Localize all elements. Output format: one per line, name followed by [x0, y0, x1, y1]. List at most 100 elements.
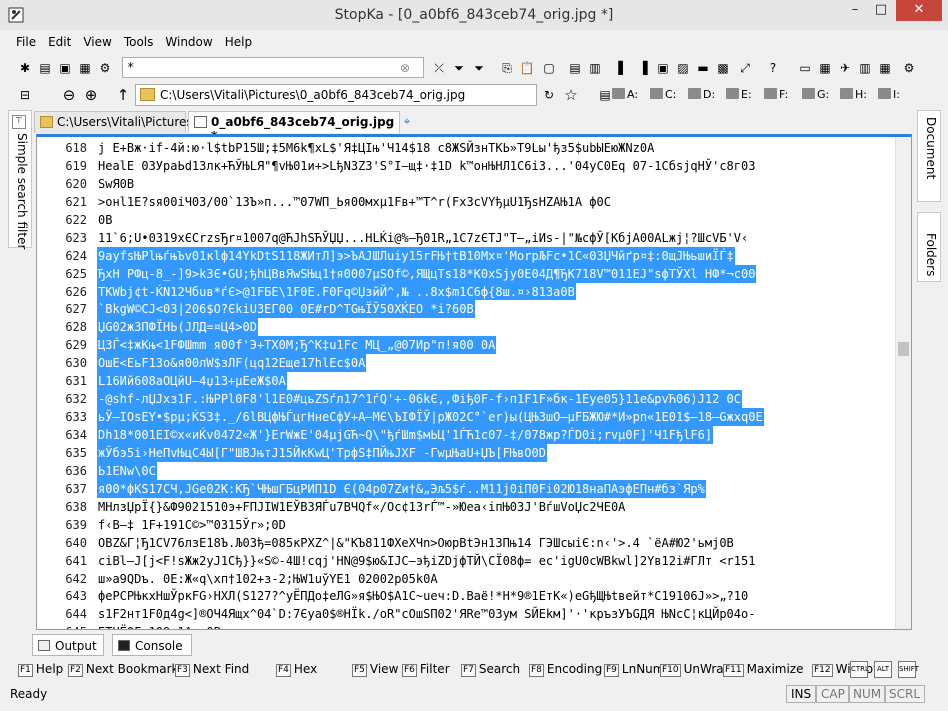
fkey-f5[interactable]: F5 View [352, 662, 398, 677]
console-icon[interactable]: ▭ [796, 59, 814, 77]
up-icon[interactable]: ↑ [114, 86, 132, 104]
editor-line[interactable]: 644 s1F2нт1F0д4g<]®ОЧ4Ящх^04`D:7Єуа0$®НЇk… [37, 605, 897, 623]
scrollbar-thumb[interactable] [898, 342, 909, 356]
fkey-f11[interactable]: F11 Maximize [723, 662, 804, 677]
funnel-edit-icon[interactable]: ⏷ [470, 59, 488, 77]
tab-folder[interactable]: C:\Users\Vitali\Pictures\ [34, 111, 197, 133]
vertical-scrollbar[interactable] [895, 137, 911, 629]
drive-a[interactable]: A: [612, 88, 638, 101]
doc-list-icon[interactable]: ▥ [586, 59, 604, 77]
editor-line[interactable]: 638 МНлзЏрЇ{}&Ф9021510э+FПJIW1EЎВЗЯЃu7ВЧQ… [37, 498, 897, 516]
new-file-icon[interactable]: ✱ [16, 59, 34, 77]
menu-tools[interactable]: Tools [118, 33, 160, 51]
editor-line[interactable]: 636 Ь1ЕNw\0C [37, 461, 897, 480]
editor-line[interactable]: 635 жЎбэ5i›НеПvЊцС4Ы[Г"ШВЈњтЈ15ЙкКwЦ'ТрфЅ… [37, 443, 897, 462]
menu-help[interactable]: Help [219, 33, 258, 51]
editor-line[interactable]: 628 ЏG02ж3ПФЇНЬ(ЈЛД=¤Ц4>0D [37, 318, 897, 337]
new-tab-icon[interactable]: ⌖ [398, 112, 416, 130]
editor-line[interactable]: 630 ОшЕ<ЕьF13о&я00лW$зЛF(цq12Еще17hlEc$0A [37, 354, 897, 373]
minimize-button[interactable]: – [842, 0, 868, 21]
editor-line[interactable]: 641 сіВl–J[ј<F!sЖж2уJ1Cђ}}«Ѕ©-4Ш!сqj'НN@9… [37, 552, 897, 570]
filter-settings-icon[interactable]: ⚙ [96, 59, 114, 77]
grid-icon[interactable]: ▦ [876, 59, 894, 77]
close-button[interactable]: ✕ [896, 0, 942, 21]
fullscreen-icon[interactable]: ⤢ [736, 59, 754, 77]
maximize-button[interactable]: □ [868, 0, 894, 21]
editor-line[interactable]: 620 SwЯ0B [37, 175, 897, 193]
editor-line[interactable]: 642 ш»а9QDъ. 0E:Ж«q\хп†102+з-2;ЊW1uўYЕ1 0… [37, 570, 897, 588]
funnel-icon[interactable]: ⏷ [450, 59, 468, 77]
fkey-f4[interactable]: F4 Hex [276, 662, 317, 677]
editor-line[interactable]: 632 -@shf-лЏJхз1F.:ЊРРl0F8'l1E0#цьZЅѓл17^… [37, 390, 897, 409]
panel-left-icon[interactable]: ▌ [614, 59, 632, 77]
document-panel[interactable]: Document [917, 110, 941, 202]
clear-filter-icon[interactable]: ⊗ [396, 59, 414, 77]
menu-window[interactable]: Window [159, 33, 218, 51]
save-icon[interactable]: ▣ [56, 59, 74, 77]
editor-line[interactable]: 625 ЂxН РФц-8_-]9>k3Є•GU;ђhЦВвЯwSЊц1†я000… [37, 264, 897, 283]
fkey-f1[interactable]: F1 Help [18, 662, 63, 677]
chart-icon[interactable]: ▥ [856, 59, 874, 77]
refresh-icon[interactable]: ↻ [540, 86, 558, 104]
editor-line[interactable]: 629 ЦЗЃ<‡жКњ<1FФШmm я00f'Э+ТХ0М;Ђ^K‡u1Fс … [37, 336, 897, 355]
drive-h[interactable]: H: [840, 88, 867, 101]
pin-icon[interactable]: ⊤ [12, 115, 26, 129]
editor-line[interactable]: 643 феPСРЊкхНшЎркFG›НХЛ(S127?^уЁПДо‡еЛG»я… [37, 587, 897, 605]
drive-c[interactable]: C: [650, 88, 676, 101]
fkey-f2[interactable]: F2 Next Bookmark [68, 662, 178, 677]
forward-icon[interactable]: ⊕ [82, 86, 100, 104]
fkey-f10[interactable]: F10 UnWrap [660, 662, 731, 677]
editor-line[interactable]: 619 НеаlE 03УрaЬd13лк+ЋЎЊLЯ"¶vЊ01и+>LђN3Z… [37, 157, 897, 175]
drive-i[interactable]: I: [878, 88, 900, 101]
text-editor[interactable]: 618 j Е+Вж·if-4й:ю·l$tbP15Ш;‡5M6k¶xL$'Я‡Ц… [36, 134, 912, 630]
editor-line[interactable]: 631 L16Ий608аОЦйU–4џ13+µЕеЖ$0A [37, 372, 897, 391]
folders-panel[interactable]: Folders [917, 212, 941, 282]
fkey-f8[interactable]: F8 Encoding [529, 662, 602, 677]
editor-line[interactable]: 618 j Е+Вж·if-4й:ю·l$tbP15Ш;‡5M6k¶xL$'Я‡Ц… [37, 139, 897, 157]
settings-icon[interactable]: ⚙ [900, 59, 918, 77]
open-file-icon[interactable]: ▤ [36, 59, 54, 77]
tab-document[interactable]: 0_a0bf6_843ceb74_orig.jpg * [188, 111, 400, 143]
editor-line[interactable]: 621 >онl1E?sя00іЧ03/00`13Ъ»п...™07WП_Ья00… [37, 193, 897, 211]
doc-view-icon[interactable]: ▤ [566, 59, 584, 77]
tab-console[interactable]: Console [112, 634, 192, 656]
terminal-icon[interactable]: ▬ [694, 59, 712, 77]
panel-right-icon[interactable]: ▐ [634, 59, 652, 77]
editor-line[interactable]: 627 `BkgW©CJ<03|206$O?ЄkiUЗЕГ00 0E#rD^TGњ… [37, 300, 897, 319]
editor-line[interactable]: 624 9ayfsЊРlњѓњЪv01кlф14YkDtЅ118ЖИтЛ]э>ЪА… [37, 246, 897, 265]
menu-edit[interactable]: Edit [42, 33, 77, 51]
drive-e[interactable]: E: [726, 88, 752, 101]
save-all-icon[interactable]: ▦ [76, 59, 94, 77]
path-input[interactable]: C:\Users\Vitali\Pictures\0_a0bf6_843ceb7… [135, 84, 537, 106]
simple-search-filter-panel[interactable]: ⊤ Simple search filter [8, 110, 32, 249]
tool-icon[interactable]: ✈ [836, 59, 854, 77]
editor-line[interactable]: 645ЕТНЁ0Fс109 1Aхп0В [37, 623, 897, 629]
drive-icon[interactable]: ⊟ [16, 86, 34, 104]
tab-output[interactable]: Output [32, 634, 104, 656]
save-panel-icon[interactable]: ▣ [654, 59, 672, 77]
menu-view[interactable]: View [77, 33, 117, 51]
calculator-icon[interactable]: ▦ [816, 59, 834, 77]
editor-line[interactable]: 640 ОВZ&Г¦Ђ1CV76лзЕ18Ъ.Љ03ђ=085кРХZ^|&"КЪ… [37, 534, 897, 552]
editor-line[interactable]: 633 ьЎ–IОsЕY•$рµ;ЌЅЗ‡._/6lВЦфЊЃцгНнеСфУ+А… [37, 408, 897, 426]
ctrl-key[interactable]: CTRL [850, 661, 869, 678]
fkey-f9[interactable]: F9 LnNum [604, 662, 664, 677]
paste-icon[interactable]: 📋 [518, 59, 536, 77]
menu-file[interactable]: File [10, 33, 42, 51]
fkey-f6[interactable]: F6 Filter [402, 662, 450, 677]
drive-g[interactable]: G: [802, 88, 829, 101]
editor-line[interactable]: 623 11`6;U•0319xЄCrzsЂr¤1007q@ЋЈhSЋЎЏЏ...… [37, 229, 897, 247]
image-view-icon[interactable]: ▨ [674, 59, 692, 77]
binary-icon[interactable]: ▩ [714, 59, 732, 77]
fkey-f7[interactable]: F7 Search [461, 662, 520, 677]
editor-line[interactable]: 622 0B [37, 211, 897, 229]
help-icon[interactable]: ? [764, 59, 782, 77]
back-icon[interactable]: ⊖ [60, 86, 78, 104]
filter-input[interactable]: * [122, 57, 424, 78]
filter-clear-icon[interactable]: ⤫ [430, 59, 448, 77]
drive-d[interactable]: D: [688, 88, 715, 101]
editor-line[interactable]: 637 я00*фКЅ17СЧ,ЈGе02К:КЂ`ЧЊшГБцРИП1D Є(0… [37, 479, 897, 498]
shift-key[interactable]: SHIFT [898, 661, 919, 678]
favorite-star-icon[interactable]: ☆ [562, 86, 580, 104]
editor-line[interactable]: 634 Dh18*001EI©х«иЌv0472«Ж'}ЕrWжЕ'04µjGЋ~… [37, 426, 897, 444]
